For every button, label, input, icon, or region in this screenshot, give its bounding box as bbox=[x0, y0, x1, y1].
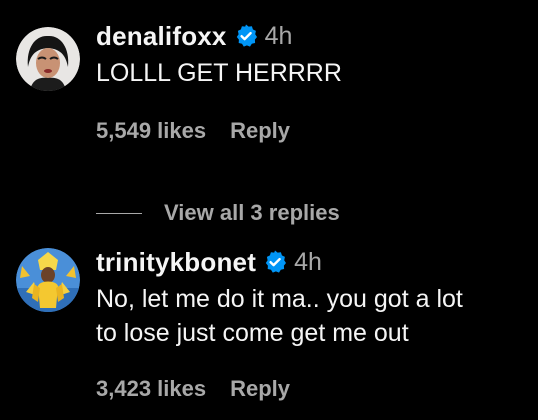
comment-content: denalifoxx 4h LOLLL GET HERRRR 5,549 lik… bbox=[96, 18, 528, 225]
comment-header: denalifoxx 4h bbox=[96, 18, 528, 54]
view-replies[interactable]: View all 3 replies bbox=[96, 200, 340, 226]
comment-content: trinitykbonet 4h No, let me do it ma.. y… bbox=[96, 244, 528, 402]
comment-actions: 3,423 likes Reply bbox=[96, 376, 290, 402]
view-replies-button[interactable]: View all 3 replies bbox=[164, 200, 340, 226]
likes-count[interactable]: 3,423 likes bbox=[96, 376, 206, 402]
comment-text: LOLLL GET HERRRR bbox=[96, 59, 342, 87]
avatar[interactable] bbox=[16, 248, 80, 312]
replies-divider bbox=[96, 212, 142, 214]
verified-badge-icon bbox=[262, 249, 288, 275]
comment-time: 4h bbox=[294, 247, 322, 276]
likes-count[interactable]: 5,549 likes bbox=[96, 118, 206, 144]
comment-time: 4h bbox=[264, 21, 293, 50]
comment-header: trinitykbonet 4h bbox=[96, 244, 528, 280]
comment-actions: 5,549 likes Reply bbox=[96, 118, 290, 144]
reply-button[interactable]: Reply bbox=[230, 376, 290, 402]
verified-badge-icon bbox=[233, 23, 259, 49]
username[interactable]: trinitykbonet bbox=[96, 247, 256, 278]
reply-button[interactable]: Reply bbox=[230, 118, 290, 144]
avatar[interactable] bbox=[16, 27, 80, 91]
avatar-image bbox=[16, 248, 80, 312]
username[interactable]: denalifoxx bbox=[96, 21, 227, 52]
avatar-image bbox=[16, 27, 80, 91]
comment-text: No, let me do it ma.. you got a lot to l… bbox=[96, 285, 463, 347]
